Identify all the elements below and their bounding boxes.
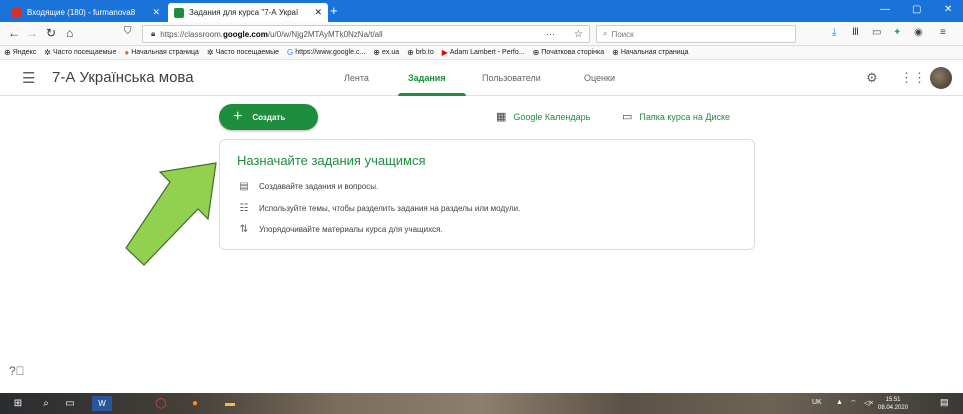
tab-people[interactable]: Пользователи xyxy=(482,73,541,83)
arrow-shape xyxy=(125,162,217,266)
reorder-icon: ⇅ xyxy=(239,224,249,235)
tab-label: Задания для курса "7-А Украї xyxy=(189,8,299,17)
create-button-label: Создать xyxy=(252,112,286,122)
card-item: ⇅ Упорядочивайте материалы курса для уча… xyxy=(237,224,443,235)
gear-icon: ✲ xyxy=(44,48,51,57)
course-title[interactable]: 7-А Українська мова xyxy=(52,69,194,86)
task-view-icon[interactable]: ▭ xyxy=(62,396,78,411)
globe-icon: ⊕ xyxy=(373,48,380,57)
close-tab-icon[interactable]: ✕ xyxy=(152,7,160,18)
tab-label: Входящие (180) - furmanova8 xyxy=(27,8,136,17)
folder-icon: ▭ xyxy=(622,111,633,123)
tab-stream[interactable]: Лента xyxy=(344,73,369,83)
windows-start-icon[interactable]: ⊞ xyxy=(10,396,26,411)
bookmark-item[interactable]: ● Начальная страница xyxy=(124,48,199,57)
search-icon: ⌕ xyxy=(603,29,608,38)
close-tab-icon[interactable]: ✕ xyxy=(314,7,322,18)
browser-tab-strip: Входящие (180) - furmanova8 ✕ Задания дл… xyxy=(0,0,963,22)
minimize-button[interactable]: — xyxy=(880,4,890,15)
bookmark-item[interactable]: ⊕ Начальная страница xyxy=(612,48,688,57)
network-icon[interactable]: ⌔ xyxy=(850,399,857,408)
card-title: Назначайте задания учащимся xyxy=(237,153,426,168)
url-host: google.com xyxy=(222,29,268,39)
gmail-icon xyxy=(12,7,22,18)
search-input[interactable]: ⌕ Поиск xyxy=(596,25,796,43)
language-indicator[interactable]: UK xyxy=(812,399,822,406)
page-actions-icon[interactable]: ··· xyxy=(546,29,555,39)
tab-classroom[interactable]: Задания для курса "7-А Украї ✕ xyxy=(168,3,328,22)
close-window-button[interactable]: ✕ xyxy=(944,4,952,15)
bookmarks-bar: ⊕ Яндекс ✲ Часто посещаемые ● Начальная стр… xyxy=(0,46,963,60)
url-path: /u/0/w/Njg2MTAyMTk0NzNa/t/all xyxy=(267,29,383,39)
lock-icon: 🔒︎ xyxy=(151,29,156,38)
gear-icon: ✲ xyxy=(206,48,214,57)
word-icon[interactable]: W xyxy=(92,396,112,411)
classroom-header: ☰ 7-А Українська мова Лента Задания Поль… xyxy=(0,60,963,96)
search-placeholder: Поиск xyxy=(611,29,634,39)
bookmark-item[interactable]: ⊕ Яндекс xyxy=(4,48,36,57)
globe-icon: ⊕ xyxy=(4,48,11,57)
globe-icon: ⊕ xyxy=(407,48,414,57)
assignment-icon: ▤ xyxy=(239,181,249,192)
tab-grades[interactable]: Оценки xyxy=(584,73,615,83)
download-icon[interactable]: ⤓ xyxy=(832,27,836,38)
tray-arrow-icon[interactable]: ▲ xyxy=(836,399,843,406)
globe-icon: ⊕ xyxy=(612,48,619,57)
url-prefix: https://classroom. xyxy=(160,29,223,39)
extension-icon[interactable]: ✦ xyxy=(893,27,901,38)
back-icon[interactable]: ← xyxy=(8,26,20,40)
settings-gear-icon[interactable]: ⚙ xyxy=(866,70,878,86)
active-tab-indicator xyxy=(398,93,466,96)
maximize-button[interactable]: ▢ xyxy=(912,4,921,15)
tab-inbox[interactable]: Входящие (180) - furmanova8 ✕ xyxy=(6,3,166,22)
globe-icon: ⊕ xyxy=(532,48,540,57)
windows-taskbar: ⊞ ⌕ ▭ W ◯ ● ▬ UK ▲ ⌔ ◁× ▤ xyxy=(0,393,963,414)
youtube-icon: ▶ xyxy=(441,48,448,57)
bookmark-item[interactable]: ⊕ ex.ua xyxy=(373,48,399,57)
bookmark-item[interactable]: ✲ Часто посещаемые xyxy=(44,48,116,57)
opera-icon[interactable]: ◯ xyxy=(152,396,170,411)
notifications-icon[interactable]: ▤ xyxy=(940,397,949,408)
home-icon[interactable]: ⌂ xyxy=(66,26,73,40)
drive-folder-link[interactable]: ▭ Папка курса на Диске xyxy=(622,110,730,123)
menu-icon[interactable]: ≡ xyxy=(940,27,946,38)
bookmark-item[interactable]: ▶ Adam Lambert - Perfo... xyxy=(442,48,525,57)
sidebar-icon[interactable]: ▭ xyxy=(872,27,881,38)
tab-classwork[interactable]: Задания xyxy=(408,73,446,83)
shield-icon[interactable]: ⛉ xyxy=(124,26,132,37)
calendar-icon: ▦ xyxy=(496,111,507,123)
firefox-icon: ● xyxy=(124,48,130,57)
plus-icon: + xyxy=(233,108,243,125)
topic-list-icon: ☷ xyxy=(239,203,249,214)
bookmark-item[interactable]: Ghttps://www.google.c... xyxy=(287,48,365,57)
bookmark-item[interactable]: ⊕ brb.to xyxy=(407,48,434,57)
account-icon[interactable]: ◉ xyxy=(914,27,923,38)
card-item: ▤ Создавайте задания и вопросы. xyxy=(237,181,378,192)
avatar[interactable] xyxy=(930,67,952,89)
card-item: ☷ Используйте темы, чтобы разделить зада… xyxy=(237,203,521,214)
library-icon[interactable]: Ⅲ xyxy=(852,27,859,38)
firefox-icon[interactable]: ● xyxy=(186,396,204,411)
new-tab-button[interactable]: + xyxy=(330,3,338,18)
address-bar[interactable]: 🔒︎ https://classroom. google.com/u/0/w/Nj… xyxy=(142,25,590,43)
bookmark-star-icon[interactable]: ☆ xyxy=(574,29,583,40)
bookmark-item[interactable]: ✲ Часто посещаемые xyxy=(207,48,279,57)
create-button[interactable]: + Создать xyxy=(219,104,318,130)
classroom-icon xyxy=(174,7,184,18)
main-menu-icon[interactable]: ☰ xyxy=(22,69,35,87)
volume-icon[interactable]: ◁× xyxy=(864,399,873,407)
file-explorer-icon[interactable]: ▬ xyxy=(220,396,240,411)
system-clock[interactable]: 15:51 08.04.2020 xyxy=(878,396,908,412)
google-icon: G xyxy=(287,48,294,57)
forward-icon[interactable]: → xyxy=(26,26,38,40)
google-calendar-link[interactable]: ▦ Google Календарь xyxy=(496,110,590,123)
reload-icon[interactable]: ↻ xyxy=(46,26,56,40)
bookmark-item[interactable]: ⊕ Початкова сторінка xyxy=(533,48,605,57)
annotation-arrow xyxy=(125,162,217,266)
navigation-toolbar: ← → ↻ ⌂ ⛉ 🔒︎ https://classroom. google.co… xyxy=(0,22,963,46)
empty-state-card: Назначайте задания учащимся ▤ Создавайте… xyxy=(219,139,755,250)
search-icon[interactable]: ⌕ xyxy=(38,396,54,411)
help-icon[interactable]: ?⃝ xyxy=(9,364,25,378)
